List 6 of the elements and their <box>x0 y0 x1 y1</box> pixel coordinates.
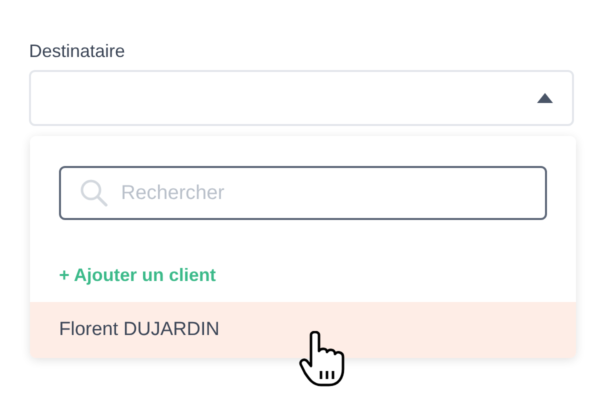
client-option[interactable]: Florent DUJARDIN <box>30 302 576 358</box>
field-label: Destinataire <box>29 40 126 62</box>
select-field[interactable] <box>29 70 574 126</box>
caret-icon <box>536 92 554 104</box>
search-field[interactable]: Rechercher <box>59 166 547 220</box>
search-icon <box>79 178 109 208</box>
